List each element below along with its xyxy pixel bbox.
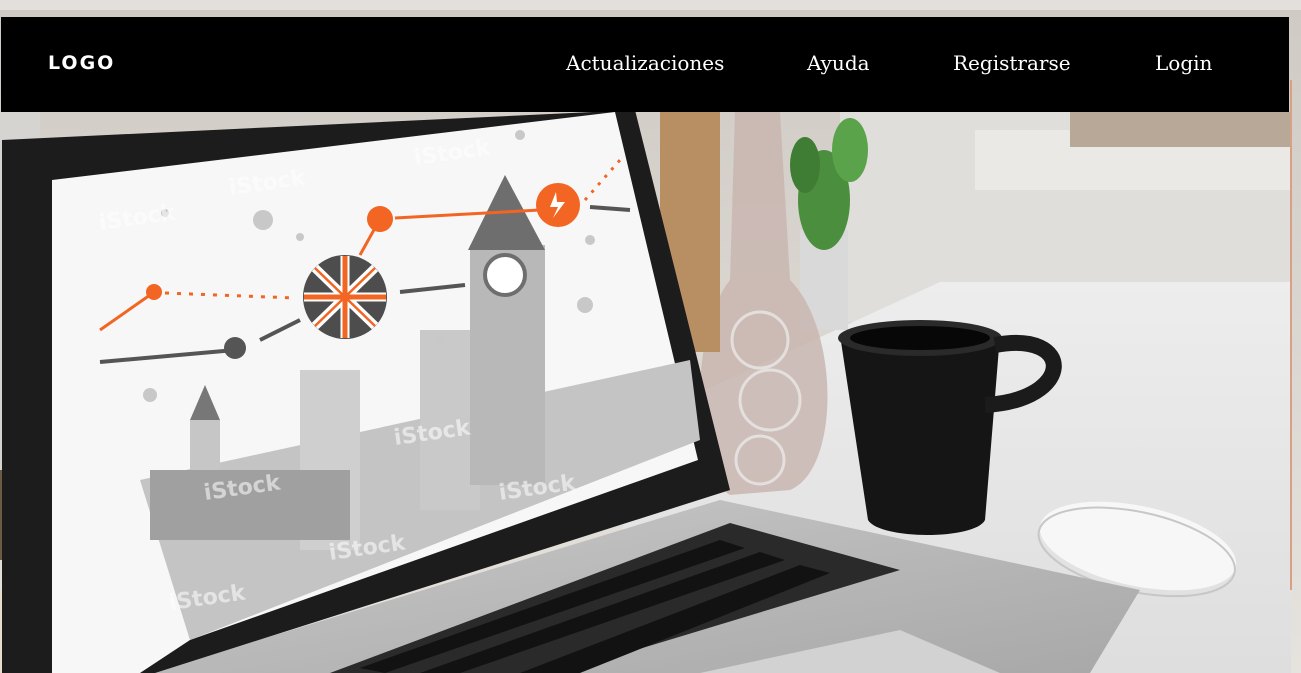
nav-link-actualizaciones[interactable]: Actualizaciones	[566, 17, 724, 112]
page-edge-accent	[1290, 80, 1292, 590]
nav-link-registrarse[interactable]: Registrarse	[953, 17, 1071, 112]
nav-link-login[interactable]: Login	[1155, 17, 1212, 112]
top-navbar: LOGO Actualizaciones Ayuda Registrarse L…	[1, 17, 1289, 112]
site-logo[interactable]: LOGO	[48, 17, 115, 112]
nav-link-ayuda[interactable]: Ayuda	[807, 17, 870, 112]
